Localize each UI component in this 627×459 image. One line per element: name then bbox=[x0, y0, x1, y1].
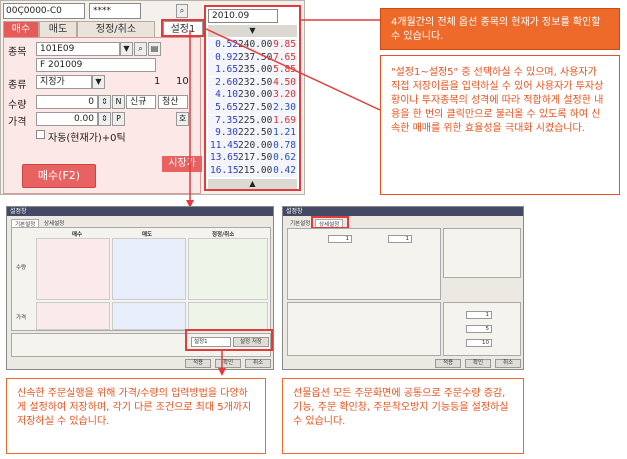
callout-save-text: 신속한 주문실행을 위해 가격/수량의 입력방법을 다양하게 설정하여 저장하며… bbox=[17, 388, 252, 427]
callout-save-info: 신속한 주문실행을 위해 가격/수량의 입력방법을 다양하게 설정하여 저장하며… bbox=[6, 378, 266, 454]
callout-common-info: 선물옵션 모든 주문화면에 공통으로 주문수량 증감, 기능, 주문 확인창, … bbox=[282, 378, 524, 454]
callout-common-text: 선물옵션 모든 주문화면에 공통으로 주문수량 증감, 기능, 주문 확인창, … bbox=[293, 388, 509, 427]
